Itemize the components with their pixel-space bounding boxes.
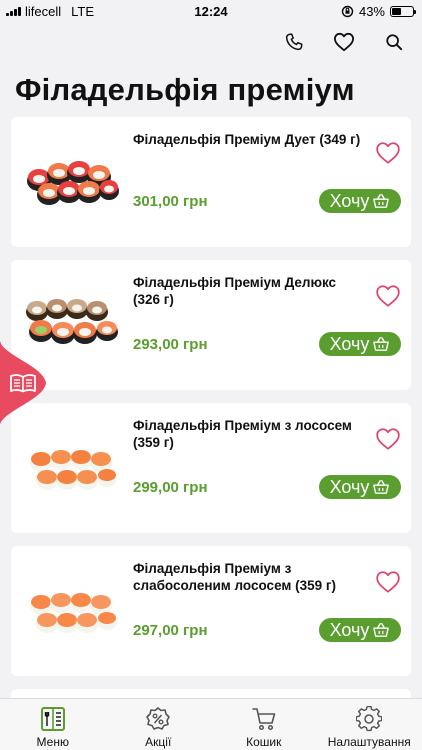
header-actions	[280, 28, 408, 56]
favorite-heart-icon[interactable]	[375, 284, 401, 308]
product-image	[27, 161, 119, 205]
basket-icon	[373, 194, 390, 208]
want-button[interactable]: Хочу	[319, 332, 401, 356]
want-button-label: Хочу	[329, 476, 370, 497]
product-price: 301,00 грн	[133, 193, 208, 210]
network-label: LTE	[71, 3, 95, 19]
heart-icon[interactable]	[330, 28, 358, 56]
favorite-heart-icon[interactable]	[375, 570, 401, 594]
favorite-heart-icon[interactable]	[375, 427, 401, 451]
signal-icon	[6, 6, 21, 16]
product-name[interactable]: Філадельфія Преміум з слабосоленим лосос…	[133, 560, 363, 594]
want-button-label: Хочу	[329, 333, 370, 354]
battery-icon	[390, 5, 416, 17]
tab-label: Кошик	[246, 735, 282, 749]
favorite-heart-icon[interactable]	[375, 141, 401, 165]
gear-icon	[355, 705, 383, 733]
carrier-label: lifecell	[25, 3, 62, 19]
basket-icon	[373, 480, 390, 494]
product-image	[30, 450, 117, 490]
product-price: 299,00 грн	[133, 479, 208, 496]
tab-label: Меню	[36, 735, 69, 749]
catalog-side-tab[interactable]	[0, 340, 48, 426]
product-card[interactable]: Філадельфія Преміум Дует (349 г) 301,00 …	[11, 117, 411, 247]
phone-icon[interactable]	[280, 28, 308, 56]
tab-label: Акції	[145, 735, 172, 749]
search-icon[interactable]	[380, 28, 408, 56]
cart-icon	[250, 705, 278, 733]
discount-badge-icon	[144, 705, 172, 733]
want-button-label: Хочу	[329, 190, 370, 211]
want-button[interactable]: Хочу	[319, 475, 401, 499]
tab-menu[interactable]: Меню	[0, 699, 106, 750]
product-price: 297,00 грн	[133, 622, 208, 639]
basket-icon	[373, 623, 390, 637]
open-book-icon	[10, 374, 36, 393]
tab-label: Налаштування	[327, 735, 411, 749]
orientation-lock-icon	[341, 5, 354, 17]
tab-cart[interactable]: Кошик	[211, 699, 317, 750]
clock: 12:24	[194, 3, 228, 19]
status-left: lifecell LTE	[6, 4, 94, 19]
bottom-tab-bar: Меню Акції Кошик Налаштування	[0, 698, 422, 750]
status-bar: lifecell LTE 12:24 43%	[0, 0, 422, 22]
product-name[interactable]: Філадельфія Преміум з лососем (359 г)	[133, 417, 363, 451]
product-price: 293,00 грн	[133, 336, 208, 353]
product-name[interactable]: Філадельфія Преміум Делюкс (326 г)	[133, 274, 363, 308]
product-card[interactable]: Філадельфія Преміум з слабосоленим лосос…	[11, 546, 411, 676]
menu-book-icon	[39, 705, 67, 733]
battery-percent: 43%	[358, 3, 385, 19]
product-card[interactable]: Філадельфія Преміум з лососем (359 г) 29…	[11, 403, 411, 533]
want-button[interactable]: Хочу	[319, 189, 401, 213]
want-button[interactable]: Хочу	[319, 618, 401, 642]
want-button-label: Хочу	[329, 619, 370, 640]
product-image	[30, 593, 117, 633]
status-right: 43%	[341, 3, 416, 19]
product-card[interactable]: Філадельфія Преміум Делюкс (326 г) 293,0…	[11, 260, 411, 390]
product-name[interactable]: Філадельфія Преміум Дует (349 г)	[133, 131, 363, 148]
basket-icon	[373, 337, 390, 351]
tab-promotions[interactable]: Акції	[106, 699, 212, 750]
tab-settings[interactable]: Налаштування	[317, 699, 422, 750]
page-title: Філадельфія преміум	[15, 72, 355, 107]
